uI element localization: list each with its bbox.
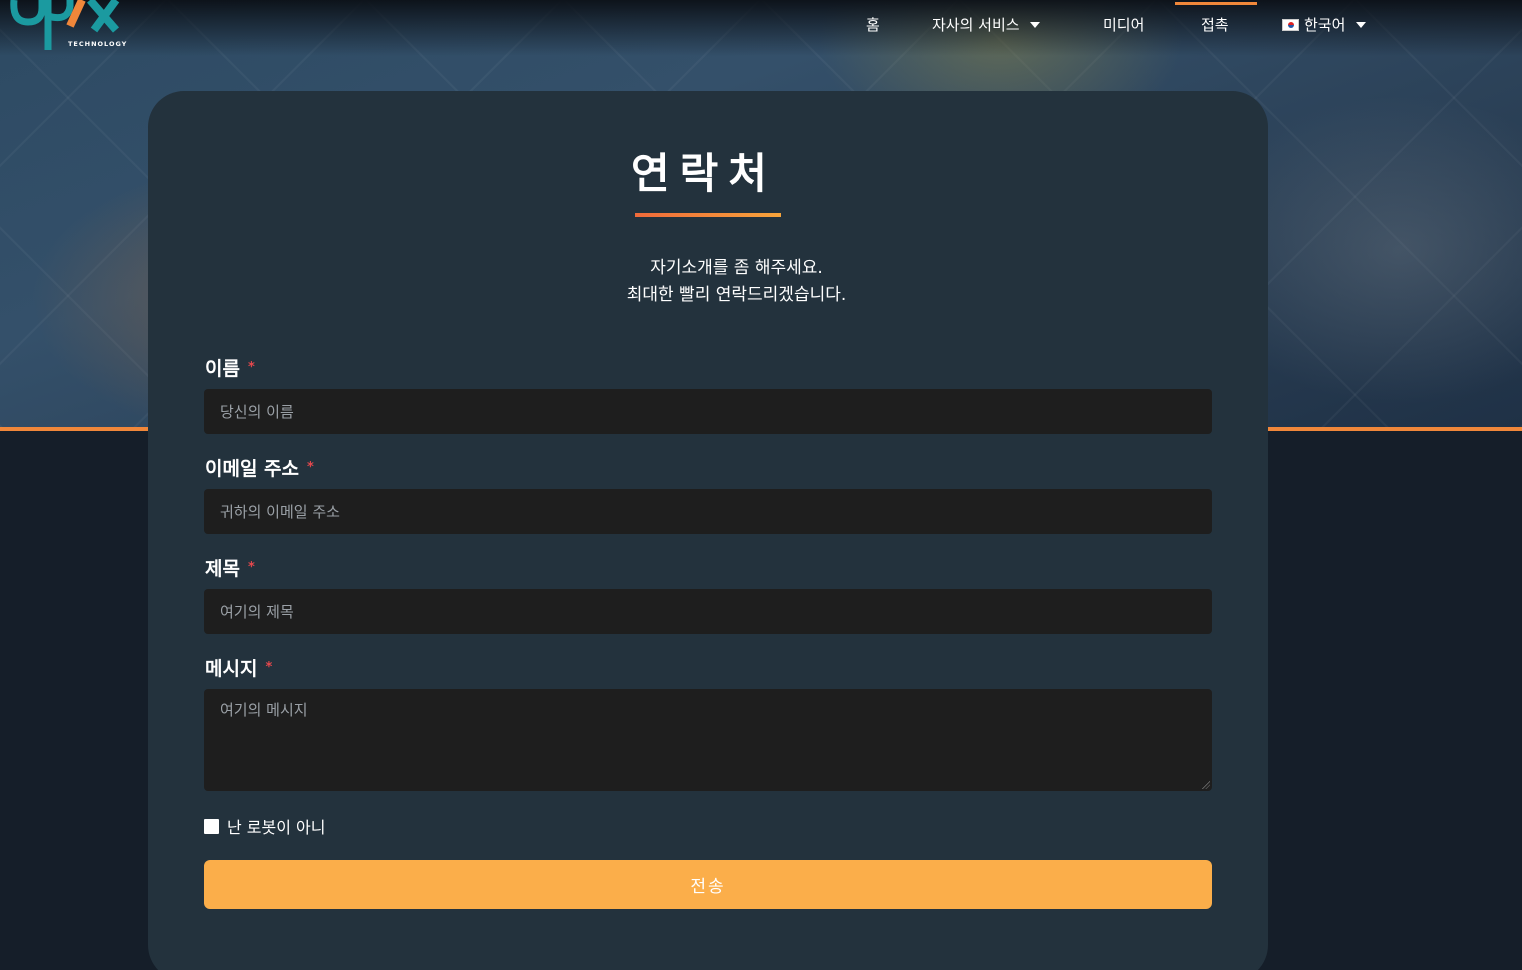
language-selector[interactable]: 한국어 bbox=[1282, 14, 1367, 35]
nav-item-services[interactable]: 자사의 서비스 bbox=[932, 14, 1040, 35]
required-mark: * bbox=[307, 460, 314, 475]
email-field-label: 이메일 주소 * bbox=[205, 454, 314, 481]
chevron-down-icon bbox=[1356, 21, 1367, 28]
name-input[interactable]: 당신의 이름 bbox=[204, 389, 1212, 434]
required-mark: * bbox=[247, 360, 255, 375]
email-input[interactable]: 귀하의 이메일 주소 bbox=[204, 489, 1212, 534]
required-mark: * bbox=[247, 560, 255, 575]
language-label: 한국어 bbox=[1304, 16, 1346, 34]
captcha-label: 난 로봇이 아니 bbox=[227, 818, 326, 837]
nav-services-label: 자사의 서비스 bbox=[932, 16, 1020, 34]
nav-item-contact[interactable]: 접촉 bbox=[1201, 14, 1229, 35]
nav-media-label: 미디어 bbox=[1103, 16, 1145, 34]
message-label-text: 메시지 bbox=[205, 658, 258, 680]
required-mark: * bbox=[265, 660, 273, 675]
subject-input[interactable]: 여기의 제목 bbox=[204, 589, 1212, 634]
korea-flag-icon bbox=[1282, 18, 1299, 31]
subtitle-line-1: 자기소개를 좀 해주세요. bbox=[650, 258, 823, 278]
page-title: 연락처 bbox=[631, 149, 777, 198]
nav-item-home[interactable]: 홈 bbox=[866, 14, 880, 35]
subtitle-line-2: 최대한 빨리 연락드리겠습니다. bbox=[626, 285, 847, 305]
message-textarea[interactable]: 여기의 메시지 bbox=[204, 689, 1212, 791]
resize-handle-icon[interactable] bbox=[1202, 781, 1210, 789]
nav-item-media[interactable]: 미디어 bbox=[1103, 14, 1144, 35]
captcha-checkbox[interactable] bbox=[204, 818, 219, 834]
submit-button-label: 전송 bbox=[690, 877, 726, 896]
subject-label-text: 제목 bbox=[205, 558, 240, 580]
subject-field-label: 제목 * bbox=[205, 554, 255, 581]
chevron-down-icon bbox=[1029, 21, 1040, 28]
name-input-placeholder: 당신의 이름 bbox=[220, 403, 294, 421]
message-field-label: 메시지 * bbox=[205, 654, 272, 681]
name-field-label: 이름 * bbox=[205, 354, 255, 381]
submit-button[interactable]: 전송 bbox=[204, 860, 1212, 909]
title-underline bbox=[635, 213, 781, 217]
email-input-placeholder: 귀하의 이메일 주소 bbox=[220, 503, 340, 521]
nav-contact-label: 접촉 bbox=[1201, 16, 1229, 34]
name-label-text: 이름 bbox=[205, 358, 240, 380]
subject-input-placeholder: 여기의 제목 bbox=[220, 603, 294, 621]
email-label-text: 이메일 주소 bbox=[205, 458, 300, 480]
nav-active-indicator bbox=[1175, 2, 1257, 5]
top-navigation-bar: TECHNOLOGY 홈 자사의 서비스 미디어 접촉 한국어 bbox=[0, 0, 1522, 56]
nav-home-label: 홈 bbox=[866, 16, 880, 34]
message-textarea-placeholder: 여기의 메시지 bbox=[220, 701, 308, 719]
logo-tagline: TECHNOLOGY bbox=[68, 40, 128, 48]
captcha-row: 난 로봇이 아니 bbox=[204, 814, 326, 838]
logo[interactable]: TECHNOLOGY bbox=[8, 0, 126, 52]
